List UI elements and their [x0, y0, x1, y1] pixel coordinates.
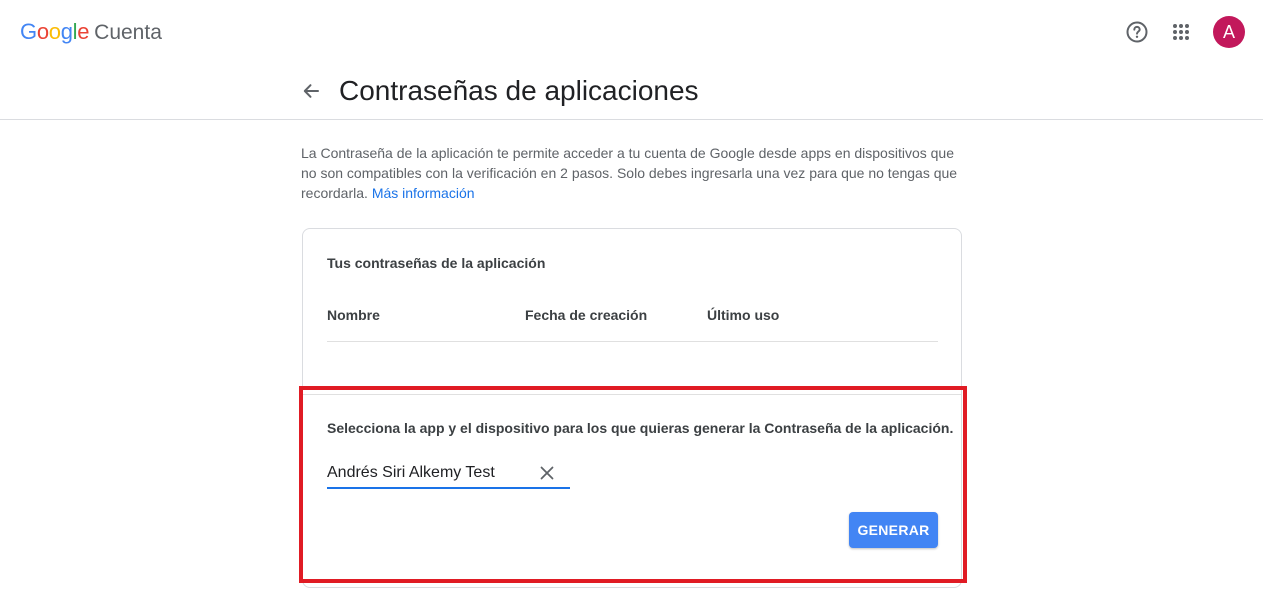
card-title: Tus contraseñas de la aplicación [327, 255, 546, 271]
app-passwords-card: Tus contraseñas de la aplicación Nombre … [302, 228, 962, 588]
generate-button[interactable]: GENERAR [849, 512, 938, 548]
column-header-name: Nombre [327, 307, 380, 323]
column-header-created: Fecha de creación [525, 307, 648, 323]
close-icon[interactable] [536, 462, 558, 484]
help-circle-icon[interactable] [1121, 16, 1153, 48]
logo-letter: g [60, 19, 73, 44]
page-description: La Contraseña de la aplicación te permit… [301, 143, 961, 203]
section-divider [303, 394, 961, 395]
table-divider [327, 341, 938, 342]
header-actions: A [1121, 16, 1245, 48]
product-name: Cuenta [94, 21, 162, 44]
apps-grid-icon[interactable] [1165, 16, 1197, 48]
app-name-input[interactable] [327, 461, 527, 485]
page-header: Contraseñas de aplicaciones [0, 64, 1263, 120]
logo-letter: e [77, 19, 90, 44]
logo-letter: o [48, 19, 61, 44]
generate-instructions: Selecciona la app y el dispositivo para … [327, 420, 954, 436]
google-account-logo[interactable]: Google Cuenta [20, 19, 162, 47]
app-name-field [327, 459, 570, 489]
column-header-last-used: Último uso [707, 307, 780, 323]
arrow-left-icon[interactable] [298, 78, 324, 104]
google-logo: Google [20, 19, 89, 45]
top-bar: Google Cuenta A [0, 0, 1263, 64]
learn-more-link[interactable]: Más información [372, 185, 475, 201]
page-title: Contraseñas de aplicaciones [339, 75, 699, 106]
logo-letter: o [36, 19, 49, 44]
logo-letter: G [20, 19, 37, 44]
avatar[interactable]: A [1213, 16, 1245, 48]
